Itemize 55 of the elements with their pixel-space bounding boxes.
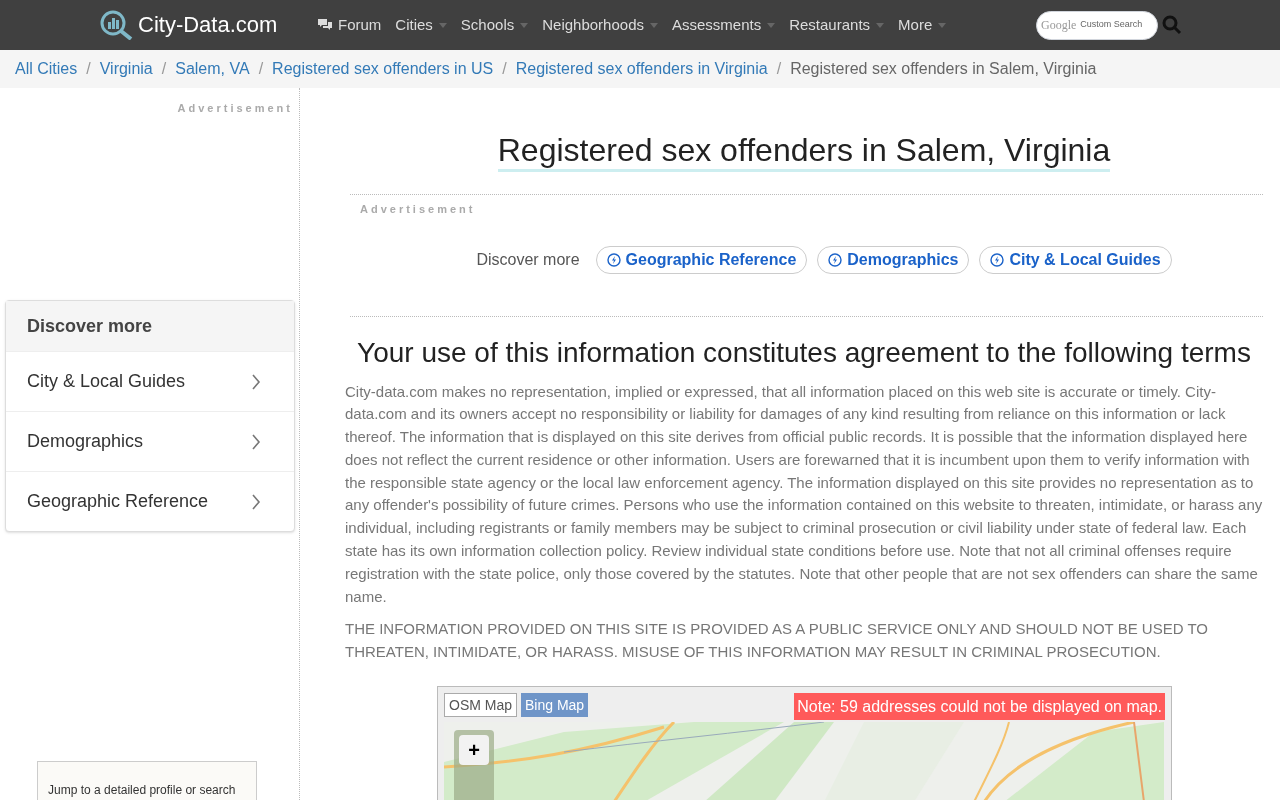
search-placeholder: Custom Search	[1080, 18, 1143, 32]
nav-link[interactable]: Assessments	[672, 13, 762, 37]
caret-icon	[650, 22, 658, 28]
caret-icon	[876, 22, 885, 28]
disclaimer-paragraph: THE INFORMATION PROVIDED ON THIS SITE IS PROVIDED AS A PUBLIC SERVICE ONLY AND SHOULD NOT BE USED TO THREATEN, INTIMIDATE, OR HARASS. MISUSE OF THIS INFORMATION MAY RESULT IN CRIMINAL PROSECUTION.	[345, 619, 1209, 663]
nav-link[interactable]: Schools	[460, 13, 515, 37]
nav-link[interactable]: Forum	[338, 13, 382, 37]
breadcrumb-link[interactable]: Salem, VA	[175, 57, 250, 81]
ad-label: Advertisement	[360, 202, 476, 217]
chevron-right-icon	[251, 493, 261, 510]
site-logo[interactable]: City-Data.com	[138, 14, 278, 36]
breadcrumb-link[interactable]: Virginia	[99, 57, 153, 81]
item-label: Geographic Reference	[27, 490, 209, 513]
panel-title: Discover more	[6, 301, 294, 351]
chat-icon	[318, 19, 332, 31]
item-label: City & Local Guides	[27, 370, 186, 393]
bolt-icon	[828, 252, 843, 267]
nav-link[interactable]: Neighborhoods	[542, 13, 644, 37]
discover-item[interactable]: Geographic Reference	[6, 471, 294, 531]
breadcrumb-separator: /	[502, 59, 507, 79]
caret-icon	[438, 22, 447, 28]
terms-heading: Your use of this information constitutes agreement to the following terms	[356, 335, 1252, 370]
breadcrumb-separator: /	[161, 59, 167, 79]
chevron-right-icon	[251, 373, 261, 390]
jump-text: Jump to a detailed profile or search	[48, 783, 236, 797]
chevron-right-icon	[251, 433, 261, 450]
item-label: Demographics	[27, 430, 144, 453]
discover-item[interactable]: City & Local Guides	[6, 351, 294, 411]
caret-icon	[520, 22, 529, 28]
nav-link[interactable]: Restaurants	[789, 13, 871, 37]
nav-link[interactable]: More	[898, 13, 933, 37]
breadcrumb-link[interactable]: All Cities	[15, 57, 78, 81]
zoom-in-button[interactable]: +	[459, 735, 489, 766]
google-label: Google	[1041, 17, 1077, 34]
bolt-icon	[606, 252, 621, 267]
breadcrumb-current: Registered sex offenders in Salem, Virginia	[790, 59, 1097, 79]
discover-label: Discover more	[476, 249, 580, 270]
breadcrumb-separator: /	[258, 59, 264, 79]
nav-link[interactable]: Cities	[395, 13, 433, 37]
breadcrumb-separator: /	[776, 59, 782, 79]
search-icon[interactable]	[1162, 15, 1182, 35]
search-field[interactable]: Google Custom Search	[1036, 10, 1158, 40]
map-note: Note: 59 addresses could not be displayed on map.	[794, 693, 1165, 721]
caret-icon	[767, 22, 776, 28]
bolt-icon	[990, 252, 1005, 267]
disclaimer-paragraph: City-data.com makes no representation, implied or expressed, that all information placed on this web site is accurate or timely. City-data.com and its owners accept no responsibility or liability for damages of any kind resulting from reliance on this information or lack thereof. The information that is displayed on this site derives from official public records. It is possible that the information displayed here does not reflect the current residence or other information. Users are forewarned that it is incumbent upon them to verify information with the responsible state agency or the local law enforcement agency. The information displayed on this site provides no representation as to any offender's possibility of future crimes. Persons who use the information contained on this website to threaten, intimidate, or harass any individual, including registrants or family members may be subject to criminal prosecution or civil liability under state of federal law. Each state has its own information collection policy. Review individual state conditions before use. Note that not all criminal offenses require registration with the state police, only those covered by the statutes. Note that other people that are not sex offenders can share the same name.	[345, 381, 1263, 607]
breadcrumb-separator: /	[86, 59, 91, 79]
caret-icon	[938, 22, 947, 28]
page-title: Registered sex offenders in Salem, Virginia	[497, 131, 1111, 172]
ad-label: Advertisement	[176, 101, 294, 116]
magnifier-chart-icon	[100, 10, 134, 40]
discover-item[interactable]: Demographics	[6, 411, 294, 471]
breadcrumb-link[interactable]: Registered sex offenders in US	[272, 57, 494, 81]
map-tab[interactable]: OSM Map	[444, 693, 517, 718]
breadcrumb-link[interactable]: Registered sex offenders in Virginia	[515, 57, 768, 81]
